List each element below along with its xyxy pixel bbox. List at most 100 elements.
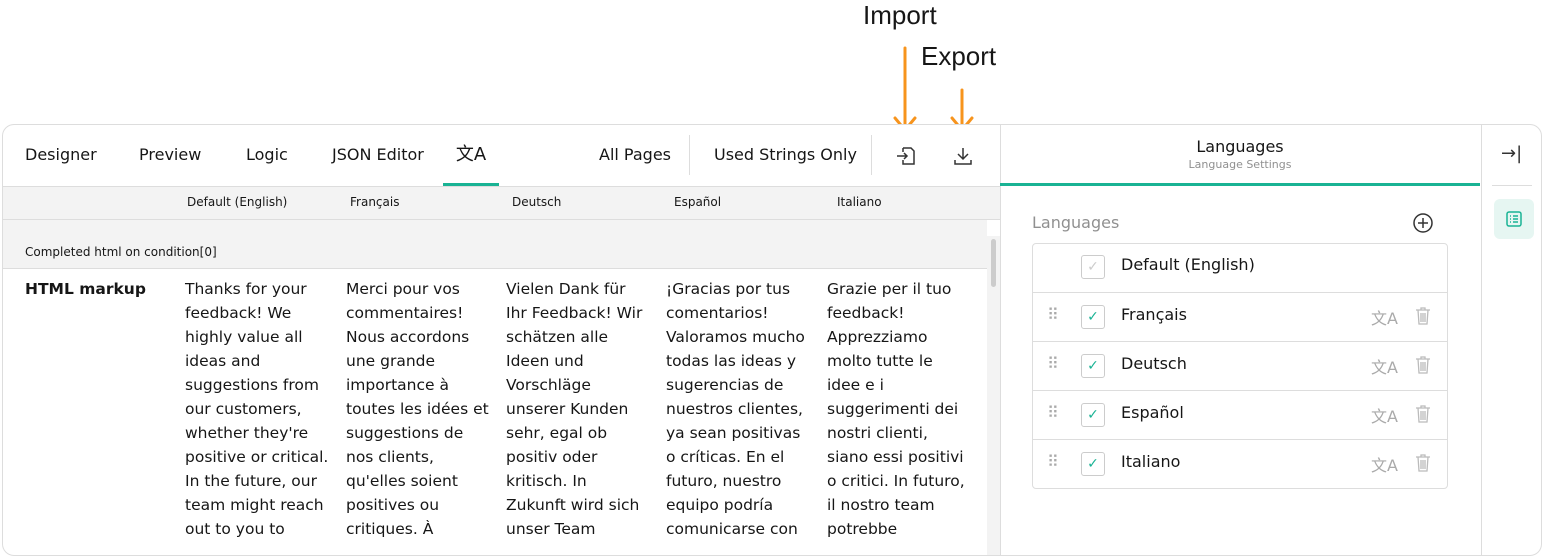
cell-line: nuestros clientes,	[666, 400, 803, 418]
panel-tab-languages[interactable]: Languages Language Settings	[1000, 125, 1480, 186]
column-header: Français	[350, 195, 400, 209]
cell-line: Nous accordons	[346, 328, 470, 346]
language-checkbox[interactable]: ✓	[1081, 452, 1105, 476]
cell-line: feedback! We	[185, 304, 292, 322]
drag-handle-icon[interactable]: ⠿	[1047, 403, 1059, 422]
cell-line: idee e i	[827, 376, 884, 394]
cell-line: Thanks for your	[185, 280, 307, 298]
row-label: HTML markup	[25, 280, 146, 298]
divider	[1492, 185, 1532, 186]
translate-icon[interactable]: 文A	[1371, 403, 1398, 427]
tab-logic[interactable]: Logic	[246, 125, 288, 186]
language-checkbox[interactable]: ✓	[1081, 354, 1105, 378]
cell-line: Grazie per il tuo	[827, 280, 952, 298]
group-title: Completed html on condition[0]	[25, 245, 217, 259]
language-name: Français	[1121, 305, 1187, 324]
divider	[871, 135, 872, 175]
drag-handle-icon[interactable]: ⠿	[1047, 452, 1059, 471]
cell-de[interactable]: Vielen Dank für Ihr Feedback! Wir schätzen…	[506, 277, 656, 541]
cell-line: nostri clienti,	[827, 424, 928, 442]
tab-designer[interactable]: Designer	[25, 125, 97, 186]
delete-icon[interactable]	[1413, 453, 1433, 473]
delete-icon[interactable]	[1413, 306, 1433, 326]
drag-handle-icon[interactable]: ⠿	[1047, 305, 1059, 324]
cell-line: Vielen Dank für	[506, 280, 626, 298]
cell-line: whether they're	[185, 424, 309, 442]
cell-line: In the future, our	[185, 472, 317, 490]
cell-line: ideas and	[185, 352, 261, 370]
language-name: Deutsch	[1121, 354, 1187, 373]
delete-icon[interactable]	[1413, 355, 1433, 375]
language-checkbox[interactable]: ✓	[1081, 255, 1105, 279]
cell-line: potrebbe	[827, 520, 898, 538]
scrollbar-thumb[interactable]	[991, 239, 996, 287]
cell-line: Zukunft wird sich	[506, 496, 640, 514]
import-icon[interactable]	[895, 145, 917, 167]
cell-line: team might reach	[185, 496, 324, 514]
cell-line: siano essi positivi	[827, 448, 964, 466]
tab-preview[interactable]: Preview	[139, 125, 201, 186]
panel-title: Languages	[1196, 137, 1284, 156]
cell-line: sugerencias de	[666, 376, 784, 394]
all-pages-dropdown[interactable]: All Pages	[599, 125, 671, 186]
cell-line: futuro, nuestro	[666, 472, 782, 490]
cell-line: Ihr Feedback! Wir	[506, 304, 643, 322]
cell-line: Ideen und	[506, 352, 584, 370]
cell-line: molto tutte le	[827, 352, 933, 370]
properties-button[interactable]	[1494, 199, 1534, 239]
cell-line: comunicarse con	[666, 520, 798, 538]
language-name: Default (English)	[1121, 255, 1255, 274]
cell-line: il nostro team	[827, 496, 935, 514]
annotation-arrows	[893, 46, 974, 133]
used-strings-dropdown[interactable]: Used Strings Only	[714, 125, 857, 186]
cell-line: toutes les idées et	[346, 400, 489, 418]
cell-line: Apprezziamo	[827, 328, 928, 346]
delete-icon[interactable]	[1413, 404, 1433, 424]
collapse-panel-icon[interactable]: →|	[1501, 143, 1522, 164]
cell-line: positiv oder	[506, 448, 598, 466]
cell-line: o críticas. En el	[666, 448, 785, 466]
language-name: Español	[1121, 403, 1184, 422]
cell-line: positive or critical.	[185, 448, 329, 466]
translate-icon: 文A	[455, 144, 487, 165]
language-checkbox[interactable]: ✓	[1081, 305, 1105, 329]
translate-icon[interactable]: 文A	[1371, 305, 1398, 329]
drag-handle-icon[interactable]: ⠿	[1047, 354, 1059, 373]
download-icon[interactable]	[952, 145, 974, 167]
language-checkbox[interactable]: ✓	[1081, 403, 1105, 427]
cell-line: importance à	[346, 376, 449, 394]
cell-line: critiques. À	[346, 520, 434, 538]
language-row[interactable]: ⠿ ✓ Italiano 文A	[1033, 439, 1447, 488]
spacer	[3, 220, 987, 236]
column-header: Default (English)	[187, 195, 288, 209]
translate-icon[interactable]: 文A	[1371, 354, 1398, 378]
cell-it[interactable]: Grazie per il tuo feedback! Apprezziamo mol…	[827, 277, 977, 541]
tab-json-editor[interactable]: JSON Editor	[332, 125, 424, 186]
language-row[interactable]: ⠿ ✓ Español 文A	[1033, 390, 1447, 439]
right-sidebar: →|	[1481, 125, 1541, 555]
cell-fr[interactable]: Merci pour vos commentaires! Nous accordon…	[346, 277, 496, 541]
list-icon	[1506, 211, 1522, 227]
toolbar: Designer Preview Logic JSON Editor 文A Al…	[3, 125, 1000, 187]
language-row[interactable]: ⠿ ✓ Français 文A	[1033, 292, 1447, 341]
cell-line: todas las ideas y	[666, 352, 797, 370]
column-header: Español	[674, 195, 722, 209]
panel-subtitle: Language Settings	[1188, 158, 1292, 171]
scrollbar-track[interactable]	[987, 236, 1000, 555]
import-annotation: Import	[863, 0, 937, 30]
languages-list: ✓ Default (English) ⠿ ✓ Français 文A ⠿ ✓ Deutsch 文…	[1032, 243, 1448, 489]
section-title: Languages	[1032, 213, 1120, 232]
add-language-icon[interactable]	[1412, 212, 1434, 234]
language-row[interactable]: ⠿ ✓ Deutsch 文A	[1033, 341, 1447, 390]
translation-editor: Designer Preview Logic JSON Editor 文A Al…	[3, 125, 1001, 555]
cell-default[interactable]: Thanks for your feedback! We highly value …	[185, 277, 335, 541]
cell-line: Valoramos mucho	[666, 328, 805, 346]
tab-translation[interactable]: 文A	[443, 125, 499, 186]
cell-line: Merci pour vos	[346, 280, 460, 298]
cell-es[interactable]: ¡Gracias por tus comentarios! Valoramos mu…	[666, 277, 816, 541]
cell-line: schätzen alle	[506, 328, 609, 346]
cell-line: suggerimenti dei	[827, 400, 959, 418]
translate-icon[interactable]: 文A	[1371, 452, 1398, 476]
language-row[interactable]: ✓ Default (English)	[1033, 244, 1447, 291]
cell-line: suggestions de	[346, 424, 464, 442]
